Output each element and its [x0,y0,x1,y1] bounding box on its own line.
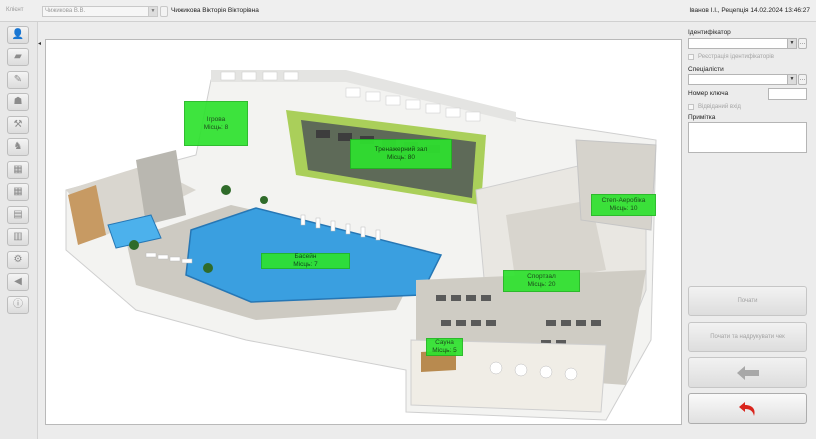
user-session-info: Іванов І.І., Рецепція 14.02.2024 13:46:2… [689,7,810,14]
specialists-extra-button[interactable]: … [798,74,807,85]
zone-places: Місць: 8 [203,123,229,131]
edit-icon[interactable]: ✎ [7,71,29,89]
info-icon[interactable]: ⓘ [7,296,29,314]
specialists-label: Спеціалісти [688,66,724,73]
identifier-label: Ідентифікатор [688,29,731,36]
notify-icon[interactable]: ◀ [7,273,29,291]
specialists-select[interactable]: ▼ [688,74,797,85]
visited-checkbox[interactable]: Відвіданий вхід [688,104,741,110]
key-number-input[interactable] [768,88,807,100]
start-button-label: Почати [737,298,758,304]
zone-name: Басейн [294,253,317,260]
arrow-left-icon [736,365,759,380]
tools-icon[interactable]: ⚒ [7,116,29,134]
calendar-grid-icon[interactable]: ▦ [7,183,29,201]
zone-name: Степ-Аеробіка [601,197,646,204]
zone-playroom[interactable]: Ігрова Місць: 8 [184,101,248,146]
zone-places: Місць: 80 [386,154,416,161]
back-button[interactable] [688,357,807,388]
chevron-down-icon[interactable]: ▼ [148,7,157,16]
client-full-name: Чижикова Вікторія Вікторівна [171,7,259,14]
schedule-icon[interactable]: ▤ [7,206,29,224]
undo-arrow-icon [738,401,755,416]
zone-name: Спортзал [527,273,556,280]
client-clear-button[interactable] [160,6,168,17]
zone-sports-hall[interactable]: Спортзал Місць: 20 [503,270,580,292]
key-number-label: Номер ключа [688,90,729,97]
start-button[interactable]: Почати [688,286,807,316]
group-icon[interactable]: ☗ [7,93,29,111]
settings-icon[interactable]: ⚙ [7,251,29,269]
calendar-icon[interactable]: ▦ [7,161,29,179]
note-label: Примітка [688,114,716,121]
zone-places: Місць: 10 [609,205,638,212]
fitness-icon[interactable]: ♞ [7,138,29,156]
zone-name: Тренажерний зал [374,146,428,153]
zone-sauna[interactable]: Сауна Місць: 5 [426,338,463,356]
zone-pool[interactable]: Басейн Місць: 7 [261,253,350,269]
start-print-button-label: Почати та надрукувати чек [710,334,785,340]
zone-places: Місць: 7 [293,261,318,268]
chevron-down-icon[interactable]: ▼ [787,75,796,84]
zone-step-aerobics[interactable]: Степ-Аеробіка Місць: 10 [591,194,656,216]
identifier-extra-button[interactable]: … [798,38,807,49]
zone-name: Ігрова [206,115,226,123]
floor-plan-drawing [65,70,657,421]
note-textarea[interactable] [688,122,807,153]
client-icon[interactable]: 👤 [7,26,29,44]
collapse-handle-icon[interactable]: ◂ [38,40,43,48]
client-select[interactable]: Чижикова В.В. ▼ [42,6,158,17]
zone-name: Сауна [435,339,454,346]
chevron-down-icon[interactable]: ▼ [787,39,796,48]
client-select-value: Чижикова В.В. [45,8,86,14]
visited-label: Відвіданий вхід [698,104,741,110]
start-print-button[interactable]: Почати та надрукувати чек [688,322,807,352]
register-identifiers-label: Реєстрація ідентифікаторів [698,54,774,60]
top-bar: Клієнт Чижикова В.В. ▼ Чижикова Вікторія… [0,0,816,22]
undo-button[interactable] [688,393,807,424]
identifier-select[interactable]: ▼ [688,38,797,49]
zone-places: Місць: 20 [527,281,556,288]
zone-gym[interactable]: Тренажерний зал Місць: 80 [350,139,452,169]
checkbox-box[interactable] [688,54,694,60]
client-label: Клієнт [6,7,24,13]
floor-plan: Ігрова Місць: 8 Тренажерний зал Місць: 8… [45,39,682,425]
checkbox-box[interactable] [688,104,694,110]
sidebar: 👤 ▰ ✎ ☗ ⚒ ♞ ▦ ▦ ▤ ▥ ⚙ ◀ ⓘ [0,22,38,439]
folder-icon[interactable]: ▰ [7,48,29,66]
register-identifiers-checkbox[interactable]: Реєстрація ідентифікаторів [688,54,774,60]
list-icon[interactable]: ▥ [7,228,29,246]
zone-places: Місць: 5 [432,347,457,354]
